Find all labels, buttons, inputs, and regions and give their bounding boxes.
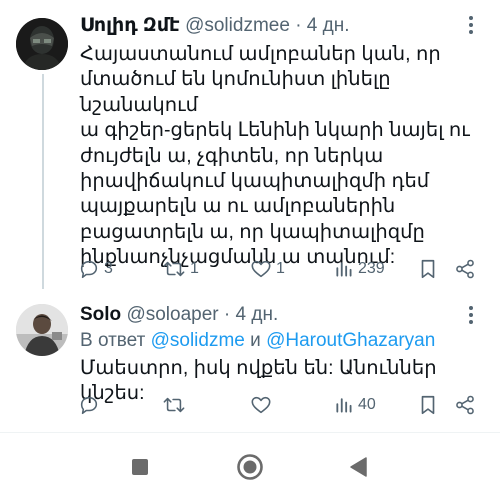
navbar-divider (0, 432, 500, 433)
triangle-back-icon[interactable] (338, 436, 378, 498)
retweet-icon (163, 261, 185, 277)
more-options-icon[interactable] (460, 14, 482, 36)
author-handle[interactable]: @soloaper (126, 304, 218, 325)
tweet-2[interactable]: Solo @soloaper · 4 дн. В ответ @solidzme… (0, 290, 500, 426)
views-button[interactable]: 239 (334, 254, 385, 284)
author-name[interactable]: Սոլիդ Զմէ (80, 15, 180, 36)
tweet-actions: 3 1 1 239 (78, 254, 478, 284)
bookmark-button[interactable] (418, 390, 438, 420)
heart-icon (251, 260, 271, 278)
author-avatar[interactable] (16, 18, 68, 70)
circle-home-icon[interactable] (230, 436, 270, 498)
retweet-button[interactable]: 1 (162, 254, 199, 284)
tweet-text: Հայաստանում ամլոբաներ կան, որ մտածում են… (80, 42, 485, 271)
analytics-icon (336, 398, 352, 413)
reply-count: 3 (104, 260, 113, 277)
more-options-icon[interactable] (460, 304, 482, 326)
tweet-text-line: բացատրելն ա, որ կապիտալիզմը (80, 220, 425, 243)
tweet-text-line: Հայաստանում ամլոբաներ կան, որ (80, 43, 441, 65)
share-button[interactable] (454, 390, 476, 420)
separator-dot: · (223, 304, 231, 325)
tweet-header: Սոլիդ Զմէ @solidzmee · 4 дн. (80, 14, 350, 37)
like-button[interactable] (250, 390, 276, 420)
views-button[interactable]: 40 (334, 390, 376, 420)
author-avatar[interactable] (16, 304, 68, 356)
reply-conjunction: и (250, 330, 261, 351)
bookmark-icon (421, 395, 435, 415)
heart-icon (251, 396, 271, 414)
separator-dot: · (295, 15, 302, 36)
reply-icon (80, 260, 98, 279)
share-icon (456, 395, 474, 415)
tweet-header: Solo @soloaper · 4 дн. (80, 304, 278, 326)
tweet-time[interactable]: 4 дн. (236, 304, 279, 325)
views-count: 239 (358, 260, 385, 277)
reply-icon (80, 396, 98, 415)
reply-prefix: В ответ (80, 330, 146, 351)
tweet-text-line: իրավիճակում կապիտալիզմի դեմ (80, 170, 430, 193)
square-recents-icon[interactable] (120, 436, 160, 498)
share-icon (456, 259, 474, 279)
tweet-text-line: պայքարելն ա ու ամլոբաներին (80, 195, 396, 218)
tweet-time[interactable]: 4 дн. (307, 15, 350, 36)
like-count: 1 (276, 260, 285, 277)
person-photo-avatar-icon (16, 304, 68, 356)
system-navigation-bar (0, 436, 500, 498)
dark-masked-figure-avatar-icon (16, 18, 68, 70)
mention-link[interactable]: @solidzme (151, 330, 245, 351)
retweet-count: 1 (190, 260, 199, 277)
tweet-actions: 40 (78, 390, 478, 420)
retweet-icon (163, 397, 185, 413)
reply-button[interactable]: 3 (78, 254, 113, 284)
tweet-text-line: մտածում են կոմունիստ լինելը նշանակում (80, 68, 391, 116)
tweet-text-line: ժույժելն ա, չգիտեն, որ ներկա (80, 144, 384, 167)
bookmark-icon (421, 259, 435, 279)
replying-to: В ответ @solidzme и @HaroutGhazaryan (80, 330, 435, 352)
author-handle[interactable]: @solidzmee (185, 15, 290, 36)
tweet-text-line: ա գիշեր-ցերեկ Լենինի նկարի նայել ու (80, 119, 470, 142)
retweet-button[interactable] (162, 390, 190, 420)
mention-link[interactable]: @HaroutGhazaryan (266, 330, 435, 351)
like-button[interactable]: 1 (250, 254, 285, 284)
views-count: 40 (358, 396, 376, 413)
share-button[interactable] (454, 254, 476, 284)
reply-button[interactable] (78, 390, 104, 420)
bookmark-button[interactable] (418, 254, 438, 284)
analytics-icon (336, 262, 352, 277)
tweet-1[interactable]: Սոլիդ Զմէ @solidzmee · 4 дн. Հայաստանում… (0, 0, 500, 290)
author-name[interactable]: Solo (80, 304, 121, 325)
